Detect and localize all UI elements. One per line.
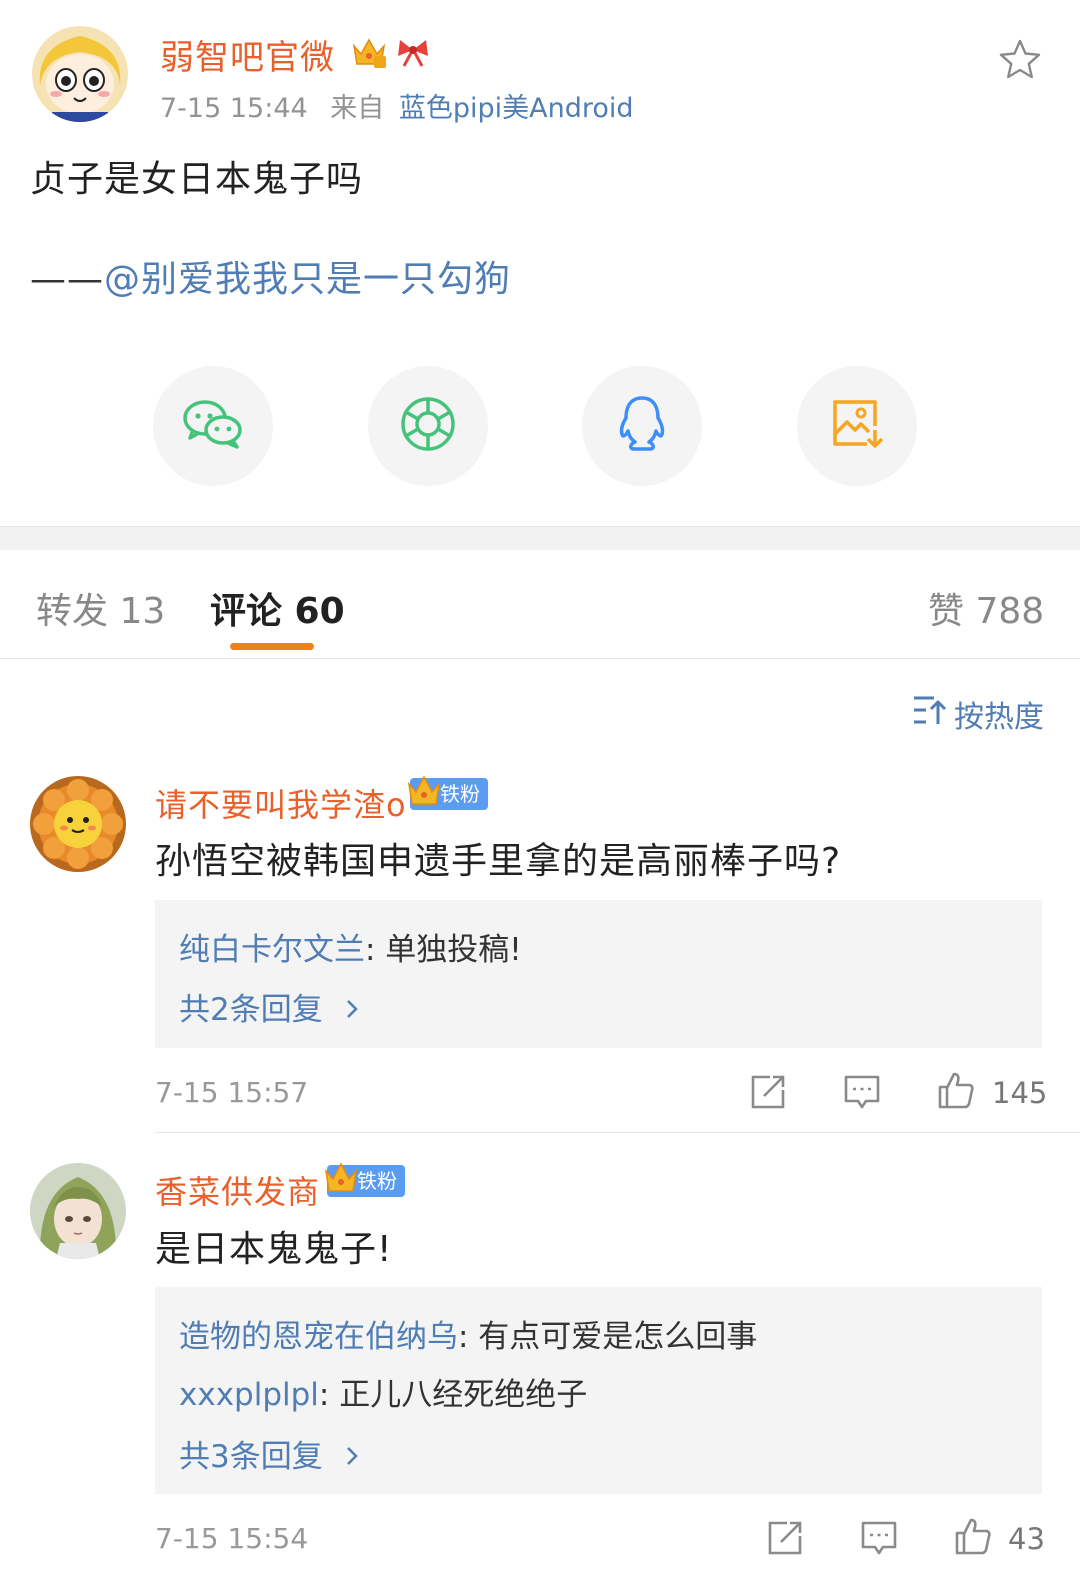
fan-badge: 铁粉: [324, 1162, 405, 1197]
moments-icon: [399, 395, 457, 457]
post-meta: 7-15 15:44 来自 蓝色pipi美Android: [160, 86, 634, 125]
comment-text: 是日本鬼鬼子!: [155, 1229, 393, 1270]
reply-count-label: 共3条回复: [179, 1439, 323, 1475]
reply-username[interactable]: 纯白卡尔文兰: [179, 932, 365, 968]
comment-username[interactable]: 请不要叫我学渣o: [155, 780, 407, 826]
reply-item: 造物的恩宠在伯纳乌: 有点可爱是怎么回事: [179, 1311, 757, 1356]
crown-badge-icon: [350, 34, 388, 70]
tabs-divider: [0, 658, 1080, 659]
like-count: 145: [992, 1076, 1048, 1110]
reply-preview-box[interactable]: 纯白卡尔文兰: 单独投稿! 共2条回复: [155, 900, 1042, 1048]
section-divider: [0, 526, 1080, 550]
reply-comment-icon[interactable]: [842, 1072, 882, 1112]
reply-item: 纯白卡尔文兰: 单独投稿!: [179, 924, 522, 969]
chevron-right-icon: [335, 992, 359, 1028]
reply-count-label: 共2条回复: [179, 992, 323, 1028]
reply-username[interactable]: 造物的恩宠在伯纳乌: [179, 1319, 458, 1355]
reply-username[interactable]: xxxplplpl: [179, 1377, 319, 1413]
fan-crown-icon: [406, 772, 442, 819]
like-thumb-icon[interactable]: [936, 1070, 976, 1110]
wechat-icon: [181, 396, 245, 456]
post-time: 7-15 15:44: [160, 93, 308, 124]
post-source-link[interactable]: 蓝色pipi美Android: [399, 93, 634, 124]
comment-username[interactable]: 香菜供发商: [155, 1167, 320, 1213]
save-image-button[interactable]: [797, 366, 917, 486]
tab-likes[interactable]: 赞 788: [928, 582, 1044, 634]
sort-icon: [912, 694, 954, 734]
repost-icon[interactable]: [748, 1072, 788, 1112]
post-text: 贞子是女日本鬼子吗: [30, 159, 364, 200]
tab-comments[interactable]: 评论 60: [210, 582, 345, 634]
comment-text: 孙悟空被韩国申遗手里拿的是高丽棒子吗?: [155, 841, 842, 882]
reply-comment-icon[interactable]: [859, 1518, 899, 1558]
active-tab-indicator: [230, 643, 314, 650]
favorite-star-icon[interactable]: [996, 36, 1044, 84]
repost-icon[interactable]: [765, 1518, 805, 1558]
credit-mention-link[interactable]: @别爱我我只是一只勾狗: [104, 259, 511, 300]
share-wechat-button[interactable]: [153, 366, 273, 486]
comment-time: 7-15 15:54: [155, 1522, 309, 1555]
fan-badge: 铁粉: [407, 775, 488, 810]
view-replies-link[interactable]: 共3条回复: [179, 1431, 359, 1476]
post-credit: ——@别爱我我只是一只勾狗: [30, 250, 511, 302]
post-author-avatar[interactable]: [32, 26, 128, 122]
reply-text: : 单独投稿!: [365, 932, 522, 968]
comment-divider: [155, 1132, 1080, 1133]
fan-badge-label: 铁粉: [357, 1169, 397, 1193]
fan-crown-icon: [323, 1159, 359, 1206]
like-thumb-icon[interactable]: [953, 1516, 993, 1556]
reply-preview-box[interactable]: 造物的恩宠在伯纳乌: 有点可爱是怎么回事 xxxplplpl: 正儿八经死绝绝子…: [155, 1287, 1042, 1494]
reply-text: : 正儿八经死绝绝子: [318, 1377, 588, 1413]
comment-avatar[interactable]: [30, 1163, 126, 1259]
like-count: 43: [1008, 1522, 1045, 1556]
sort-label: 按热度: [954, 700, 1044, 735]
qq-icon: [616, 394, 668, 458]
chevron-right-icon: [335, 1439, 359, 1475]
post-author-name[interactable]: 弱智吧官微: [160, 30, 335, 79]
share-moments-button[interactable]: [368, 366, 488, 486]
comment-time: 7-15 15:57: [155, 1076, 309, 1109]
comment-avatar[interactable]: [30, 776, 126, 872]
sort-button[interactable]: 按热度: [912, 694, 1044, 735]
reply-item: xxxplplpl: 正儿八经死绝绝子: [179, 1369, 587, 1414]
post-from-label: 来自: [330, 93, 385, 124]
save-image-icon: [829, 396, 885, 456]
bow-badge-icon: [394, 34, 432, 70]
share-qq-button[interactable]: [582, 366, 702, 486]
post-header: 弱智吧官微 7-15 15:44 来自 蓝色pipi美Android: [0, 0, 1080, 140]
view-replies-link[interactable]: 共2条回复: [179, 984, 359, 1029]
reply-text: : 有点可爱是怎么回事: [458, 1319, 758, 1355]
tab-repost[interactable]: 转发 13: [36, 582, 165, 634]
fan-badge-label: 铁粉: [440, 782, 480, 806]
credit-dash: ——: [30, 259, 104, 300]
